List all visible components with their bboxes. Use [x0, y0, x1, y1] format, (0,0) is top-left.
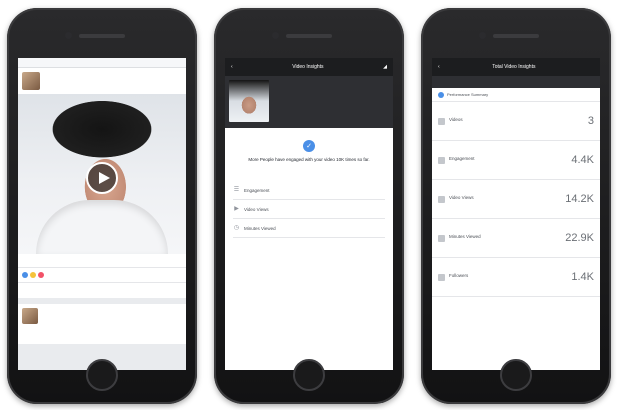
next-post [18, 304, 186, 344]
phone-screen [18, 58, 186, 370]
metric-row-minutes-viewed[interactable]: Minutes Viewed 22.9K [432, 219, 600, 258]
nav-title: Total Video Insights [492, 64, 536, 70]
metric-label-text: Video Views [244, 206, 269, 212]
metric-text: Followers [449, 273, 468, 280]
engagement-icon [438, 157, 445, 164]
metric-value: 22.9K [565, 232, 594, 244]
followers-icon [438, 274, 445, 281]
reactions-row [18, 268, 186, 282]
metric-text: Video Views [449, 195, 474, 202]
home-button[interactable] [500, 359, 532, 391]
avatar[interactable] [22, 72, 40, 90]
metric-label: Followers [449, 273, 469, 278]
engagement-message: More People have engaged with your video… [248, 157, 370, 162]
metric-label-text: Minutes Viewed [244, 225, 276, 231]
metric-text: Engagement [449, 156, 475, 163]
metric-left: Videos [438, 117, 463, 125]
feed-topbar [18, 58, 186, 68]
metric-label: ◷ Minutes Viewed [233, 225, 276, 232]
metric-label-text: Engagement [244, 187, 270, 193]
video-thumbnail[interactable] [229, 80, 269, 122]
metric-row-video-views[interactable]: Video Views 14.2K [432, 180, 600, 219]
metric-label: Minutes Viewed [449, 234, 481, 239]
metric-value: 14.2K [565, 193, 594, 205]
metric-left: Followers [438, 273, 468, 281]
metric-row-followers[interactable]: Followers 1.4K [432, 258, 600, 297]
video-frame-jacket [36, 200, 168, 254]
phone-screen: ‹ Video Insights ◢ ✓ More People have en… [225, 58, 393, 370]
speaker-grille [493, 34, 539, 38]
post-header [18, 68, 186, 94]
phone-screen: ‹ Total Video Insights Performance Summa… [432, 58, 600, 370]
clock-icon: ◷ [233, 224, 240, 231]
section-header: Performance Summary [432, 88, 600, 102]
metric-row-video-views[interactable]: ▶ Video Views [233, 200, 385, 219]
love-reaction-icon [38, 272, 44, 278]
insights-body: ✓ More People have engaged with your vid… [225, 128, 393, 244]
videos-icon [438, 118, 445, 125]
clock-icon [438, 235, 445, 242]
video-header [225, 76, 393, 128]
section-title: Performance Summary [447, 92, 489, 97]
home-button[interactable] [293, 359, 325, 391]
phone-mockup-feed [7, 8, 197, 404]
see-video-insights-link[interactable] [18, 254, 186, 268]
video-views-icon [438, 196, 445, 203]
post-actions [18, 282, 186, 298]
metric-label: Video Views [449, 195, 474, 200]
speaker-grille [286, 34, 332, 38]
like-icon: ✓ [303, 140, 315, 152]
metric-text: Minutes Viewed [449, 234, 481, 241]
metric-text: Videos [449, 117, 463, 124]
nav-bar: ‹ Video Insights ◢ [225, 58, 393, 76]
metric-row-minutes-viewed[interactable]: ◷ Minutes Viewed [233, 219, 385, 238]
reaction-icons[interactable] [22, 272, 46, 278]
date-range-tabs [432, 76, 600, 88]
avatar[interactable] [22, 308, 38, 324]
metric-row-videos[interactable]: Videos 3 [432, 102, 600, 141]
metric-row-engagement[interactable]: Engagement 4.4K [432, 141, 600, 180]
phone-mockup-total-video-insights: ‹ Total Video Insights Performance Summa… [421, 8, 611, 404]
engagement-icon: ☰ [233, 186, 240, 193]
signal-icon: ◢ [383, 64, 387, 70]
phone-mockup-video-insights: ‹ Video Insights ◢ ✓ More People have en… [214, 8, 404, 404]
speaker-grille [79, 34, 125, 38]
metric-label: Engagement [449, 156, 475, 161]
nav-bar: ‹ Total Video Insights [432, 58, 600, 76]
video-player[interactable] [18, 94, 186, 254]
metric-left: Video Views [438, 195, 474, 203]
metric-left: Minutes Viewed [438, 234, 481, 242]
video-views-icon: ▶ [234, 205, 239, 212]
metric-label: ☰ Engagement [233, 187, 270, 194]
front-camera [65, 32, 72, 39]
front-camera [272, 32, 279, 39]
wow-reaction-icon [30, 272, 36, 278]
back-icon[interactable]: ‹ [438, 64, 440, 70]
metric-label: Videos [449, 117, 463, 122]
home-button[interactable] [86, 359, 118, 391]
metric-value: 3 [587, 115, 594, 127]
info-icon [438, 91, 444, 98]
metric-left: Engagement [438, 156, 475, 164]
metric-value: 4.4K [571, 154, 594, 166]
metric-row-engagement[interactable]: ☰ Engagement [233, 181, 385, 200]
nav-title: Video Insights [292, 64, 324, 70]
play-icon[interactable] [86, 162, 118, 194]
metric-label: ▶ Video Views [233, 205, 269, 213]
front-camera [479, 32, 486, 39]
back-icon[interactable]: ‹ [231, 64, 233, 70]
like-reaction-icon [22, 272, 28, 278]
metric-value: 1.4K [571, 271, 594, 283]
